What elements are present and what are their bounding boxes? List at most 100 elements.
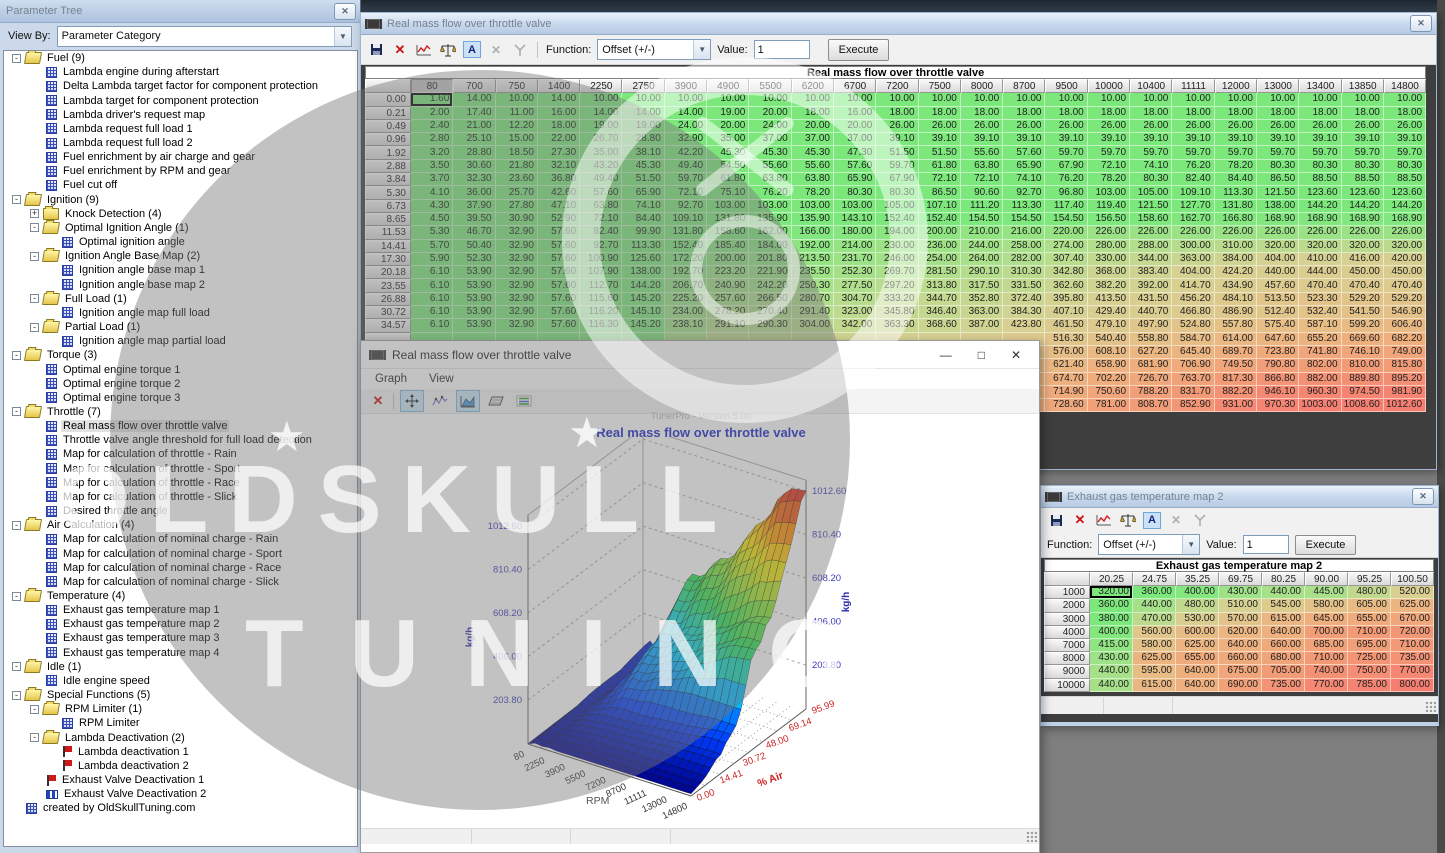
map-cell[interactable]: 431.50 <box>1130 293 1172 306</box>
maximize-icon[interactable]: □ <box>978 348 985 362</box>
map-cell[interactable]: 714.90 <box>1045 386 1087 399</box>
row-header[interactable]: 6.73 <box>365 200 411 213</box>
map-cell[interactable]: 5.90 <box>411 253 453 266</box>
compare-button[interactable] <box>439 42 457 58</box>
map-cell[interactable]: 14.00 <box>580 107 622 120</box>
map-cell[interactable]: 866.80 <box>1257 373 1299 386</box>
map-cell[interactable]: 19.00 <box>622 120 664 133</box>
map-cell[interactable]: 39.10 <box>1257 133 1299 146</box>
map-cell[interactable]: 131.80 <box>707 213 749 226</box>
map-cell[interactable]: 645.00 <box>1305 613 1348 626</box>
map-cell[interactable]: 725.00 <box>1348 652 1391 665</box>
map-cell[interactable]: 16.00 <box>834 107 876 120</box>
map-cell[interactable]: 78.20 <box>792 186 834 199</box>
map-cell[interactable]: 655.20 <box>1299 333 1341 346</box>
map-cell[interactable]: 19.00 <box>580 120 622 133</box>
tree-item[interactable]: -Full Load (1) <box>4 292 357 306</box>
map-cell[interactable]: 39.50 <box>453 213 495 226</box>
map-cell[interactable]: 363.00 <box>1172 253 1214 266</box>
map-cell[interactable]: 119.40 <box>1088 200 1130 213</box>
map-cell[interactable]: 180.00 <box>834 226 876 239</box>
map-cell[interactable]: 234.00 <box>665 306 707 319</box>
map-cell[interactable]: 360.00 <box>1090 599 1133 612</box>
compare-button[interactable] <box>1119 512 1137 528</box>
map-cell[interactable]: 32.90 <box>496 279 538 292</box>
column-header[interactable]: 13850 <box>1342 79 1384 93</box>
map-cell[interactable]: 223.20 <box>707 266 749 279</box>
map-cell[interactable]: 14.00 <box>665 107 707 120</box>
map-cell[interactable]: 210.00 <box>961 226 1003 239</box>
map-cell[interactable]: 168.90 <box>1384 213 1426 226</box>
map-cell[interactable]: 226.00 <box>1299 226 1341 239</box>
map-cell[interactable]: 135.90 <box>792 213 834 226</box>
tree-item[interactable]: -Air Calculation (4) <box>4 518 357 532</box>
row-header[interactable]: 4000 <box>1044 626 1090 639</box>
tree-item[interactable]: -Ignition Angle Base Map (2) <box>4 249 357 263</box>
map-cell[interactable]: 92.70 <box>1003 186 1045 199</box>
map-cell[interactable]: 440.00 <box>1133 599 1176 612</box>
map-cell[interactable]: 546.90 <box>1384 306 1426 319</box>
map-cell[interactable]: 407.10 <box>1045 306 1087 319</box>
map-cell[interactable]: 42.60 <box>538 186 580 199</box>
map-cell[interactable]: 710.00 <box>1391 639 1434 652</box>
map-cell[interactable]: 57.60 <box>580 186 622 199</box>
edit-mode-button[interactable]: A <box>463 42 481 58</box>
map-cell[interactable]: 214.00 <box>834 240 876 253</box>
column-header[interactable]: 95.25 <box>1348 572 1391 586</box>
map-cell[interactable]: 726.70 <box>1130 373 1172 386</box>
map-cell[interactable]: 288.00 <box>1130 240 1172 253</box>
map-cell[interactable]: 226.00 <box>1172 226 1214 239</box>
row-header[interactable]: 30.72 <box>365 306 411 319</box>
map-cell[interactable]: 221.90 <box>749 266 791 279</box>
row-header[interactable]: 26.88 <box>365 293 411 306</box>
value-input[interactable] <box>1243 535 1289 554</box>
map-cell[interactable]: 82.40 <box>580 226 622 239</box>
map-cell[interactable]: 342.80 <box>1045 266 1087 279</box>
map-cell[interactable]: 368.60 <box>919 319 961 332</box>
map-cell[interactable]: 113.30 <box>622 240 664 253</box>
tree-item[interactable]: Exhaust gas temperature map 2 <box>4 617 357 631</box>
chevron-down-icon[interactable]: ▼ <box>693 40 710 59</box>
map-cell[interactable]: 320.00 <box>1299 240 1341 253</box>
surface-plot[interactable]: 203.80203.80406.00406.00608.20608.20810.… <box>361 437 1041 842</box>
expand-box[interactable]: - <box>12 407 21 416</box>
row-header[interactable]: 5.30 <box>365 186 411 199</box>
map-cell[interactable]: 206.70 <box>665 279 707 292</box>
tree-item[interactable]: Idle engine speed <box>4 674 357 688</box>
map-cell[interactable]: 226.00 <box>1257 226 1299 239</box>
map-cell[interactable]: 39.10 <box>1384 133 1426 146</box>
map-cell[interactable]: 107.10 <box>919 200 961 213</box>
map-cell[interactable]: 420.00 <box>1384 253 1426 266</box>
tree-item[interactable]: Exhaust Valve Deactivation 2 <box>4 787 357 801</box>
map-cell[interactable]: 109.10 <box>665 213 707 226</box>
tree-item[interactable]: Map for calculation of nominal charge - … <box>4 575 357 589</box>
map-cell[interactable]: 121.50 <box>1130 200 1172 213</box>
menu-view[interactable]: View <box>429 373 454 385</box>
map-cell[interactable]: 65.90 <box>622 186 664 199</box>
column-header[interactable]: 24.75 <box>1133 572 1176 586</box>
map-cell[interactable]: 931.00 <box>1215 399 1257 412</box>
map-cell[interactable]: 660.00 <box>1219 652 1262 665</box>
column-header[interactable]: 1400 <box>538 79 580 93</box>
map-cell[interactable]: 430.00 <box>1090 652 1133 665</box>
resize-grip[interactable] <box>1425 701 1436 712</box>
map-cell[interactable]: 440.70 <box>1130 306 1172 319</box>
map-cell[interactable]: 86.50 <box>919 186 961 199</box>
map-cell[interactable]: 23.60 <box>496 173 538 186</box>
map-cell[interactable]: 10.00 <box>1130 93 1172 106</box>
map-cell[interactable]: 345.80 <box>876 306 918 319</box>
map-cell[interactable]: 640.00 <box>1219 639 1262 652</box>
map-cell[interactable]: 424.20 <box>1215 266 1257 279</box>
map-cell[interactable]: 226.00 <box>1130 226 1172 239</box>
egt-window-titlebar[interactable]: Exhaust gas temperature map 2 ✕ <box>1041 486 1438 508</box>
map-cell[interactable]: 382.20 <box>1088 279 1130 292</box>
row-header[interactable]: 11.53 <box>365 226 411 239</box>
column-header[interactable]: 6700 <box>834 79 876 93</box>
map-cell[interactable]: 57.60 <box>538 226 580 239</box>
expand-box[interactable]: - <box>30 252 39 261</box>
map-cell[interactable]: 669.60 <box>1342 333 1384 346</box>
map-cell[interactable]: 36.80 <box>538 173 580 186</box>
map-cell[interactable]: 125.60 <box>622 253 664 266</box>
tree-item[interactable]: Lambda engine during afterstart <box>4 65 357 79</box>
tree-item[interactable]: Exhaust gas temperature map 4 <box>4 646 357 660</box>
